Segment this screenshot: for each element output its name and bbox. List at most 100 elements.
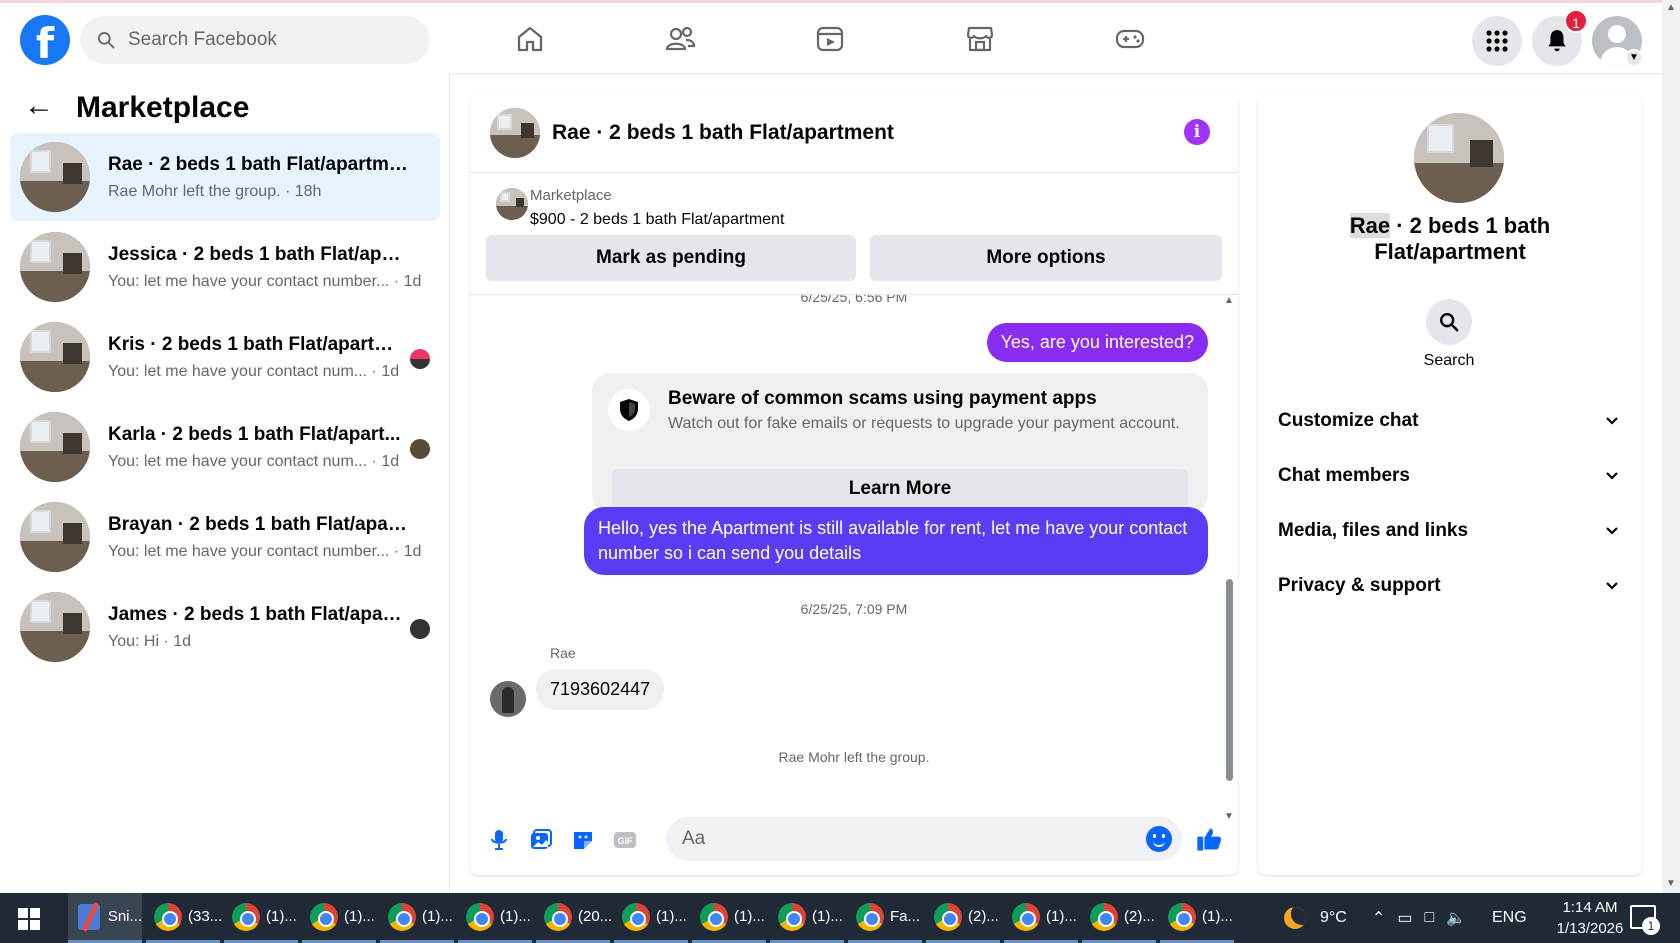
conversation-preview: You: let me have your contact num... · 1… <box>108 362 400 380</box>
listing-thumbnail <box>20 592 90 662</box>
facebook-logo[interactable]: f <box>20 15 70 65</box>
taskbar-item-label: (1)... <box>734 908 765 925</box>
chrome-icon <box>388 902 416 931</box>
microphone-icon[interactable] <box>486 827 512 853</box>
taskbar-chrome-window[interactable]: (20... <box>536 893 612 943</box>
friends-icon[interactable] <box>662 21 698 57</box>
conversation-item[interactable]: Karla · 2 beds 1 bath Flat/apart... You: … <box>10 403 440 491</box>
section-label: Customize chat <box>1278 410 1419 431</box>
windows-start-icon[interactable] <box>18 908 40 930</box>
facebook-app: f Search Facebook 1 ▼ ← Marketplace Rae … <box>0 0 1680 943</box>
taskbar-clock[interactable]: 1:14 AM 1/13/2026 <box>1540 897 1640 939</box>
marketplace-icon[interactable] <box>962 21 998 57</box>
chevron-up-icon[interactable]: ⌃ <box>1372 908 1385 928</box>
taskbar-item-label: (2)... <box>968 908 999 925</box>
taskbar-chrome-window[interactable]: (1)... <box>692 893 766 943</box>
taskbar-chrome-window[interactable]: (1)... <box>1004 893 1078 943</box>
taskbar-chrome-window[interactable]: (1)... <box>614 893 688 943</box>
search-facebook-input[interactable]: Search Facebook <box>80 16 430 64</box>
listing-source: Marketplace <box>530 187 612 204</box>
details-title-name: Rae <box>1349 213 1391 238</box>
search-label: Search <box>1423 352 1475 369</box>
conversation-item[interactable]: Jessica · 2 beds 1 bath Flat/apartm... Yo… <box>10 223 440 311</box>
notification-badge: 1 <box>1564 9 1588 33</box>
emoji-icon[interactable] <box>1146 826 1172 852</box>
conversation-item[interactable]: Rae · 2 beds 1 bath Flat/apartment Rae Mo… <box>10 133 440 221</box>
seen-avatar <box>410 439 430 459</box>
media-files-links-section[interactable]: Media, files and links <box>1278 511 1622 551</box>
chat-title[interactable]: Rae · 2 beds 1 bath Flat/apartment <box>552 121 894 145</box>
taskbar-chrome-window[interactable]: (1)... <box>1160 893 1234 943</box>
language-indicator[interactable]: ENG <box>1492 893 1527 943</box>
photo-icon[interactable] <box>528 827 554 853</box>
taskbar-chrome-window[interactable]: (1)... <box>302 893 376 943</box>
conversation-preview: You: Hi · 1d <box>108 632 192 650</box>
svg-text:GIF: GIF <box>618 836 634 846</box>
taskbar-item-label: (1)... <box>1046 908 1077 925</box>
taskbar-chrome-window[interactable]: (1)... <box>458 893 532 943</box>
taskbar-chrome-window[interactable]: (2)... <box>1082 893 1156 943</box>
section-label: Chat members <box>1278 465 1410 486</box>
conversation-preview: Rae Mohr left the group. · 18h <box>108 182 322 200</box>
page-scrollbar[interactable]: ▲ ▼ <box>1662 0 1680 893</box>
system-message: Rae Mohr left the group. <box>778 749 930 765</box>
taskbar-chrome-window[interactable]: (1)... <box>770 893 844 943</box>
taskbar-chrome-window[interactable]: (1)... <box>380 893 454 943</box>
conversation-item[interactable]: James · 2 beds 1 bath Flat/apart... You: … <box>10 583 440 671</box>
network-icon[interactable]: □ <box>1425 909 1435 927</box>
taskbar-chrome-window[interactable]: (33... <box>146 893 223 943</box>
taskbar-item-label: (33... <box>188 908 223 925</box>
scroll-up-icon[interactable]: ▲ <box>1666 2 1676 13</box>
gaming-icon[interactable] <box>1112 21 1148 57</box>
scam-warning-title: Beware of common scams using payment app… <box>668 388 1097 409</box>
sender-avatar[interactable] <box>490 681 526 717</box>
conversation-item[interactable]: Brayan · 2 beds 1 bath Flat/apartm... You… <box>10 493 440 581</box>
listing-price[interactable]: $900 - 2 beds 1 bath Flat/apartment <box>530 211 784 229</box>
battery-icon[interactable]: ▭ <box>1397 908 1412 928</box>
video-icon[interactable] <box>812 21 848 57</box>
incoming-message[interactable]: 7193602447 <box>536 669 665 710</box>
chat-members-section[interactable]: Chat members <box>1278 456 1622 496</box>
details-title-rest: · 2 beds 1 bath Flat/apartment <box>1374 213 1551 264</box>
conversation-title: James · 2 beds 1 bath Flat/apart... <box>108 603 408 625</box>
search-in-chat-button[interactable] <box>1426 299 1472 345</box>
timestamp: 6/25/25, 6:56 PM <box>800 295 908 305</box>
back-arrow-icon[interactable]: ← <box>24 91 58 125</box>
scroll-thumb[interactable] <box>1226 579 1233 781</box>
learn-more-button[interactable]: Learn More <box>612 469 1188 509</box>
message-input[interactable]: Aa <box>666 817 1182 861</box>
customize-chat-section[interactable]: Customize chat <box>1278 401 1622 441</box>
privacy-support-section[interactable]: Privacy & support <box>1278 566 1622 606</box>
menu-grid-button[interactable] <box>1472 16 1522 66</box>
listing-thumbnail <box>20 232 90 302</box>
message-list[interactable]: 6/25/25, 6:56 PM Yes, are you interested… <box>470 295 1238 805</box>
chat-avatar[interactable] <box>490 107 540 158</box>
mark-as-pending-button[interactable]: Mark as pending <box>486 235 856 281</box>
taskbar-chrome-window[interactable]: (1)... <box>224 893 298 943</box>
taskbar-chrome-window[interactable]: Fa... <box>848 893 922 943</box>
volume-icon[interactable]: 🔈 <box>1446 908 1466 928</box>
scroll-up-icon[interactable]: ▲ <box>1224 295 1234 306</box>
gif-icon[interactable]: GIF <box>612 827 638 853</box>
seen-avatar <box>410 619 430 639</box>
taskbar-item-label: (1)... <box>422 908 453 925</box>
more-options-button[interactable]: More options <box>870 235 1222 281</box>
thumbs-up-icon[interactable] <box>1194 824 1224 854</box>
outgoing-message[interactable]: Yes, are you interested? <box>986 323 1208 362</box>
sticker-icon[interactable] <box>570 827 596 853</box>
chat-details-panel: Rae · 2 beds 1 bath Flat/apartment Searc… <box>1258 93 1642 875</box>
listing-thumbnail[interactable] <box>1414 113 1504 203</box>
scroll-down-icon[interactable]: ▼ <box>1666 878 1676 889</box>
taskbar-chrome-window[interactable]: (2)... <box>926 893 1000 943</box>
chrome-icon <box>1168 902 1196 931</box>
search-placeholder: Search Facebook <box>128 29 277 50</box>
message-scrollbar[interactable]: ▲ ▼ <box>1224 295 1234 822</box>
outgoing-message[interactable]: Hello, yes the Apartment is still availa… <box>584 507 1208 575</box>
weather-widget[interactable]: 9°C <box>1284 893 1347 943</box>
account-caret-icon[interactable]: ▼ <box>1625 49 1643 67</box>
weather-temperature: 9°C <box>1320 909 1347 926</box>
conversation-item[interactable]: Kris · 2 beds 1 bath Flat/apartme... You:… <box>10 313 440 401</box>
info-icon[interactable]: i <box>1184 119 1210 145</box>
taskbar-snipping-tool[interactable]: Sni... <box>68 893 142 943</box>
home-icon[interactable] <box>512 21 548 57</box>
